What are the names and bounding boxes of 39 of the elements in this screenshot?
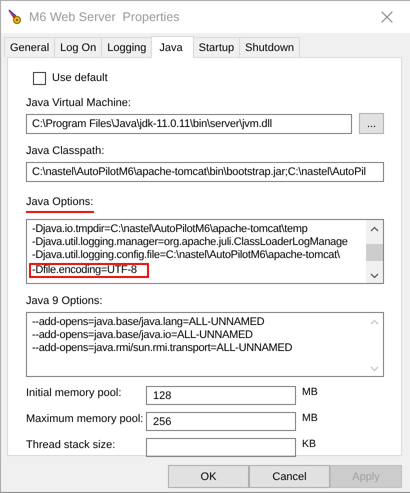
dialog-button[interactable]: Cancel (249, 465, 330, 488)
text-area[interactable] (26, 219, 384, 284)
option-line: --add-opens=java.rmi/sun.rmi.transport=ALL-UNNAMED (32, 342, 292, 355)
text-area[interactable]: --add-opens=java.base/java.lang=ALL-UNNAMED --add-opens=java.base/java.io=ALL-UNNAMED --add-opens=java.rmi/sun.rmi.transport=ALL-UNNAMED (26, 312, 384, 377)
option-line: --add-opens=java.base/java.lang=ALL-UNNAMED (32, 316, 264, 329)
checkbox[interactable] (33, 72, 46, 84)
browse-button[interactable]: ... (359, 113, 384, 134)
option-line: -Djava.util.logging.config.file=C:\nastel\AutoPilotM6\apache-tomcat\ (32, 249, 340, 262)
tab[interactable]: Java (151, 36, 194, 58)
field-label: Java Classpath: (26, 144, 106, 158)
unit-label: MB (302, 412, 319, 424)
field-label: Java Virtual Machine: (26, 96, 132, 110)
field-label: Initial memory pool: (26, 386, 122, 399)
checkbox-label: Use default (52, 72, 108, 84)
tab[interactable]: General (4, 37, 56, 57)
close-button[interactable]: × (364, 2, 410, 32)
option-line: --add-opens=java.base/java.io=ALL-UNNAMED (32, 329, 253, 342)
option-line: -Djava.io.tmpdir=C:\nastel\AutoPilotM6\apache-tomcat\temp (32, 223, 308, 236)
dialog-button[interactable]: OK (168, 465, 249, 488)
scroll-up-icon[interactable] (370, 226, 379, 232)
field-label: Java 9 Options: (26, 294, 104, 308)
window-title: M6 Web Server Properties (29, 10, 181, 24)
scrollbar[interactable] (366, 220, 383, 283)
input-field[interactable]: 128 (146, 386, 296, 405)
app-icon (7, 9, 23, 25)
field-label: Thread stack size: (26, 438, 116, 451)
field-label: Maximum memory pool: (26, 412, 140, 425)
unit-label: MB (302, 386, 319, 398)
unit-label: KB (302, 438, 318, 450)
scroll-up-icon (370, 319, 379, 325)
scroll-down-icon (370, 366, 379, 372)
field-label: Java Options: (26, 196, 94, 208)
input-field[interactable]: C:\nastel\AutoPilotM6\apache-tomcat\bin\bootstrap.jar;C:\nastel\AutoPil (26, 162, 384, 182)
tab[interactable]: Shutdown (239, 37, 300, 57)
input-field[interactable]: 256 (146, 412, 296, 431)
input-field[interactable] (146, 438, 296, 457)
option-line: -Djava.util.logging.manager=org.apache.juli.ClassLoaderLogManage (32, 236, 348, 249)
input-field[interactable]: C:\Program Files\Java\jdk-11.0.11\bin\server\jvm.dll (26, 114, 352, 134)
scroll-down-icon[interactable] (370, 273, 379, 279)
